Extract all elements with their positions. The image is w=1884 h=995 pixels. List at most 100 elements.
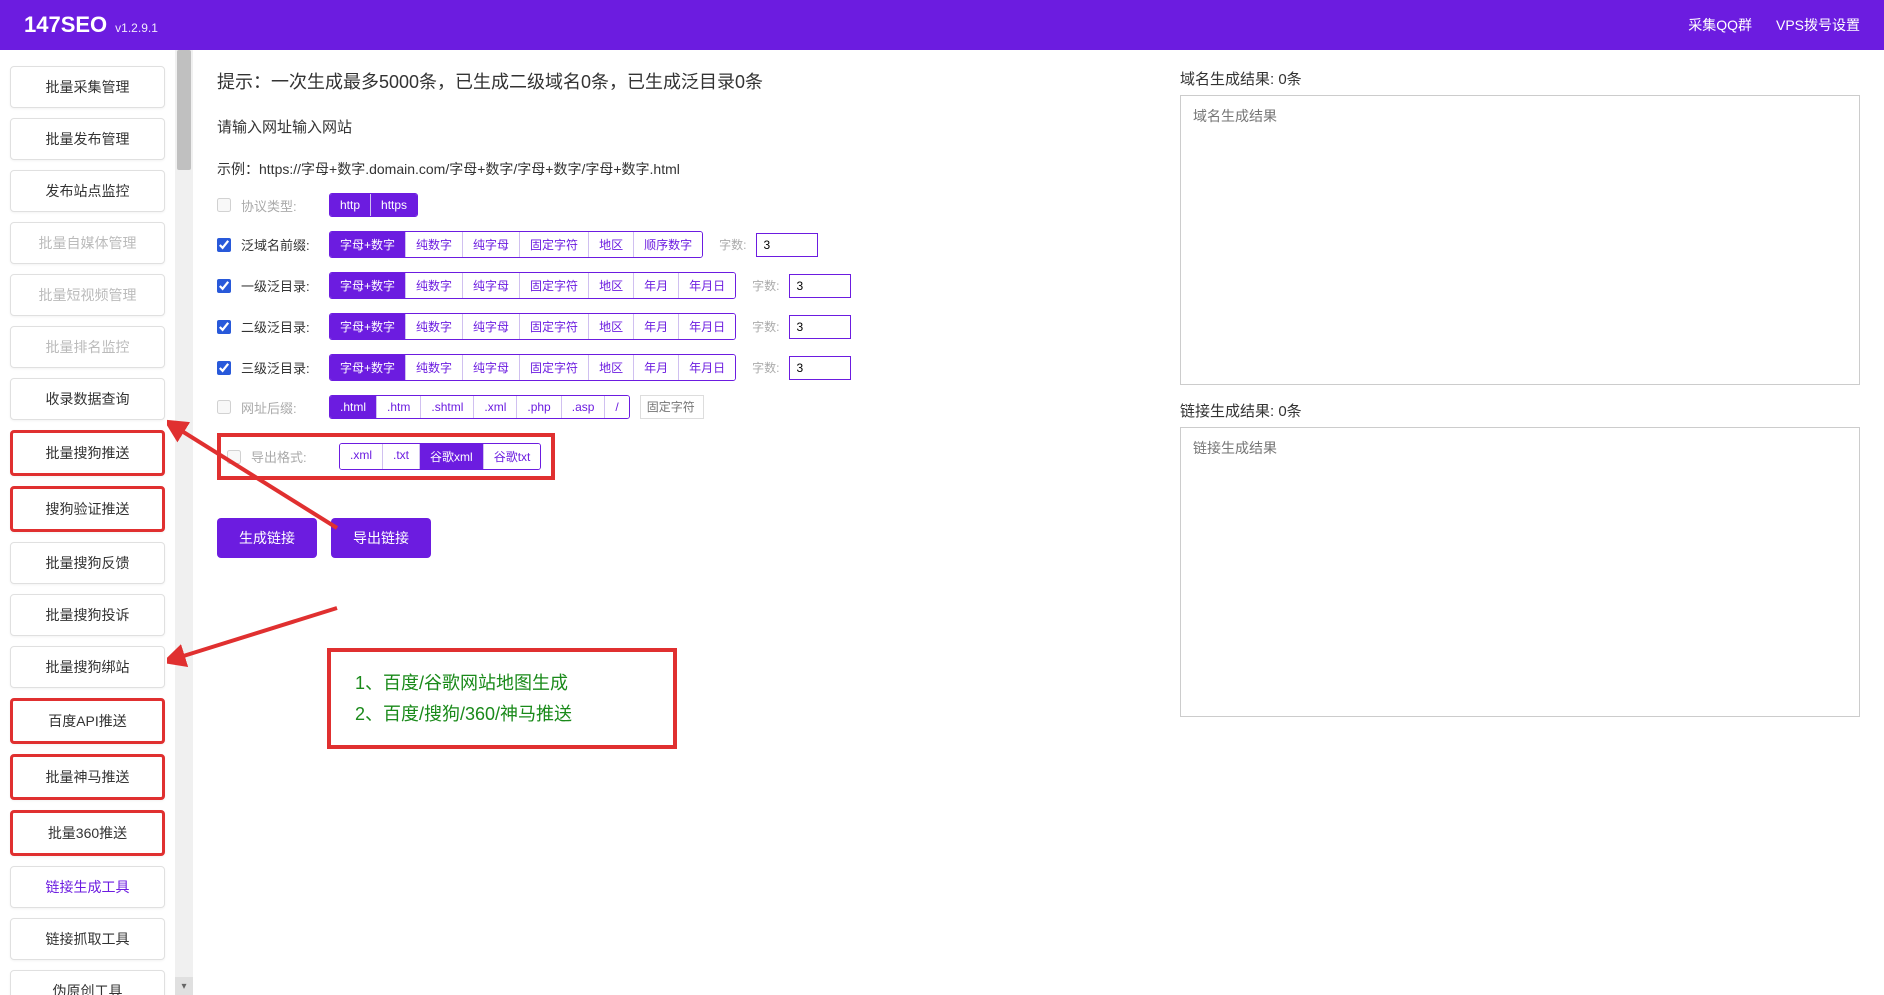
sidebar-item-8[interactable]: 搜狗验证推送 <box>10 486 165 532</box>
sidebar-item-0[interactable]: 批量采集管理 <box>10 66 165 108</box>
sidebar-item-12[interactable]: 百度API推送 <box>10 698 165 744</box>
sidebar-item-6[interactable]: 收录数据查询 <box>10 378 165 420</box>
dir3-option-0[interactable]: 字母+数字 <box>330 355 406 380</box>
sidebar-item-1[interactable]: 批量发布管理 <box>10 118 165 160</box>
export-label: 导出格式: <box>251 447 329 466</box>
prefix-option-4[interactable]: 地区 <box>589 232 634 257</box>
export-option-group: .xml.txt谷歌xml谷歌txt <box>339 443 541 470</box>
dir3-row: 三级泛目录:字母+数字纯数字纯字母固定字符地区年月年月日字数: <box>217 354 1150 381</box>
dir2-row: 二级泛目录:字母+数字纯数字纯字母固定字符地区年月年月日字数: <box>217 313 1150 340</box>
dir3-option-3[interactable]: 固定字符 <box>520 355 589 380</box>
export-checkbox[interactable] <box>227 450 241 464</box>
suffix-label: 网址后缀: <box>241 398 319 417</box>
dir2-option-4[interactable]: 地区 <box>589 314 634 339</box>
suffix-option-0[interactable]: .html <box>330 396 377 418</box>
suffix-option-3[interactable]: .xml <box>474 396 517 418</box>
dir3-count-label: 字数: <box>752 359 779 376</box>
domain-result-title: 域名生成结果: 0条 <box>1180 68 1860 89</box>
dir2-option-5[interactable]: 年月 <box>634 314 679 339</box>
link-result-title: 链接生成结果: 0条 <box>1180 400 1860 421</box>
sidebar-item-14[interactable]: 批量360推送 <box>10 810 165 856</box>
protocol-option-1[interactable]: https <box>371 194 417 216</box>
callout-line-1: 1、百度/谷歌网站地图生成 <box>355 668 649 699</box>
suffix-option-4[interactable]: .php <box>517 396 561 418</box>
dir2-checkbox[interactable] <box>217 320 231 334</box>
sidebar: 批量采集管理批量发布管理发布站点监控批量自媒体管理批量短视频管理批量排名监控收录… <box>0 50 175 995</box>
annotation-callout: 1、百度/谷歌网站地图生成 2、百度/搜狗/360/神马推送 <box>327 648 677 749</box>
generate-links-button[interactable]: 生成链接 <box>217 518 317 558</box>
prefix-option-0[interactable]: 字母+数字 <box>330 232 406 257</box>
callout-line-2: 2、百度/搜狗/360/神马推送 <box>355 699 649 730</box>
domain-result-textarea[interactable] <box>1180 95 1860 385</box>
sidebar-item-16[interactable]: 链接抓取工具 <box>10 918 165 960</box>
dir2-option-6[interactable]: 年月日 <box>679 314 735 339</box>
export-option-2[interactable]: 谷歌xml <box>420 444 484 469</box>
dir3-option-1[interactable]: 纯数字 <box>406 355 463 380</box>
app-version: v1.2.9.1 <box>115 21 158 35</box>
dir3-option-4[interactable]: 地区 <box>589 355 634 380</box>
prefix-count-input[interactable] <box>756 233 818 257</box>
dir3-option-5[interactable]: 年月 <box>634 355 679 380</box>
dir2-option-0[interactable]: 字母+数字 <box>330 314 406 339</box>
scroll-down-icon[interactable]: ▾ <box>175 977 193 995</box>
export-links-button[interactable]: 导出链接 <box>331 518 431 558</box>
dir1-option-4[interactable]: 地区 <box>589 273 634 298</box>
dir3-option-6[interactable]: 年月日 <box>679 355 735 380</box>
link-result-textarea[interactable] <box>1180 427 1860 717</box>
dir3-option-group: 字母+数字纯数字纯字母固定字符地区年月年月日 <box>329 354 736 381</box>
dir1-count-input[interactable] <box>789 274 851 298</box>
dir1-option-1[interactable]: 纯数字 <box>406 273 463 298</box>
prefix-option-1[interactable]: 纯数字 <box>406 232 463 257</box>
prefix-row: 泛域名前缀:字母+数字纯数字纯字母固定字符地区顺序数字字数: <box>217 231 1150 258</box>
dir1-checkbox[interactable] <box>217 279 231 293</box>
export-format-highlight: 导出格式: .xml.txt谷歌xml谷歌txt <box>217 433 555 480</box>
protocol-checkbox[interactable] <box>217 198 231 212</box>
dir2-option-3[interactable]: 固定字符 <box>520 314 589 339</box>
vps-settings-link[interactable]: VPS拨号设置 <box>1776 15 1860 35</box>
dir1-option-0[interactable]: 字母+数字 <box>330 273 406 298</box>
suffix-option-2[interactable]: .shtml <box>421 396 474 418</box>
suffix-option-1[interactable]: .htm <box>377 396 421 418</box>
dir1-option-6[interactable]: 年月日 <box>679 273 735 298</box>
prefix-option-group: 字母+数字纯数字纯字母固定字符地区顺序数字 <box>329 231 703 258</box>
suffix-checkbox[interactable] <box>217 400 231 414</box>
sidebar-item-9[interactable]: 批量搜狗反馈 <box>10 542 165 584</box>
sidebar-item-3: 批量自媒体管理 <box>10 222 165 264</box>
prefix-option-5[interactable]: 顺序数字 <box>634 232 702 257</box>
dir1-option-3[interactable]: 固定字符 <box>520 273 589 298</box>
suffix-fixed-input[interactable] <box>640 395 704 419</box>
dir2-count-label: 字数: <box>752 318 779 335</box>
scrollbar-thumb[interactable] <box>177 50 191 170</box>
sidebar-item-15[interactable]: 链接生成工具 <box>10 866 165 908</box>
suffix-option-5[interactable]: .asp <box>562 396 606 418</box>
dir2-count-input[interactable] <box>789 315 851 339</box>
export-option-1[interactable]: .txt <box>383 444 420 469</box>
sidebar-item-5: 批量排名监控 <box>10 326 165 368</box>
sidebar-scrollbar[interactable]: ▾ <box>175 50 193 995</box>
sidebar-item-13[interactable]: 批量神马推送 <box>10 754 165 800</box>
prefix-checkbox[interactable] <box>217 238 231 252</box>
dir2-option-1[interactable]: 纯数字 <box>406 314 463 339</box>
prefix-option-2[interactable]: 纯字母 <box>463 232 520 257</box>
dir1-option-2[interactable]: 纯字母 <box>463 273 520 298</box>
suffix-option-6[interactable]: / <box>605 396 628 418</box>
dir3-checkbox[interactable] <box>217 361 231 375</box>
dir1-option-5[interactable]: 年月 <box>634 273 679 298</box>
sidebar-item-7[interactable]: 批量搜狗推送 <box>10 430 165 476</box>
export-option-0[interactable]: .xml <box>340 444 383 469</box>
export-option-3[interactable]: 谷歌txt <box>484 444 541 469</box>
sidebar-item-10[interactable]: 批量搜狗投诉 <box>10 594 165 636</box>
dir3-option-2[interactable]: 纯字母 <box>463 355 520 380</box>
suffix-option-group: .html.htm.shtml.xml.php.asp/ <box>329 395 630 419</box>
qq-group-link[interactable]: 采集QQ群 <box>1688 15 1752 35</box>
protocol-option-group: httphttps <box>329 193 418 217</box>
sidebar-item-2[interactable]: 发布站点监控 <box>10 170 165 212</box>
sidebar-item-11[interactable]: 批量搜狗绑站 <box>10 646 165 688</box>
protocol-label: 协议类型: <box>241 196 319 215</box>
prefix-option-3[interactable]: 固定字符 <box>520 232 589 257</box>
protocol-option-0[interactable]: http <box>330 194 371 216</box>
sidebar-item-17[interactable]: 伪原创工具 <box>10 970 165 995</box>
dir2-option-2[interactable]: 纯字母 <box>463 314 520 339</box>
dir3-count-input[interactable] <box>789 356 851 380</box>
app-logo: 147SEO <box>24 12 107 38</box>
